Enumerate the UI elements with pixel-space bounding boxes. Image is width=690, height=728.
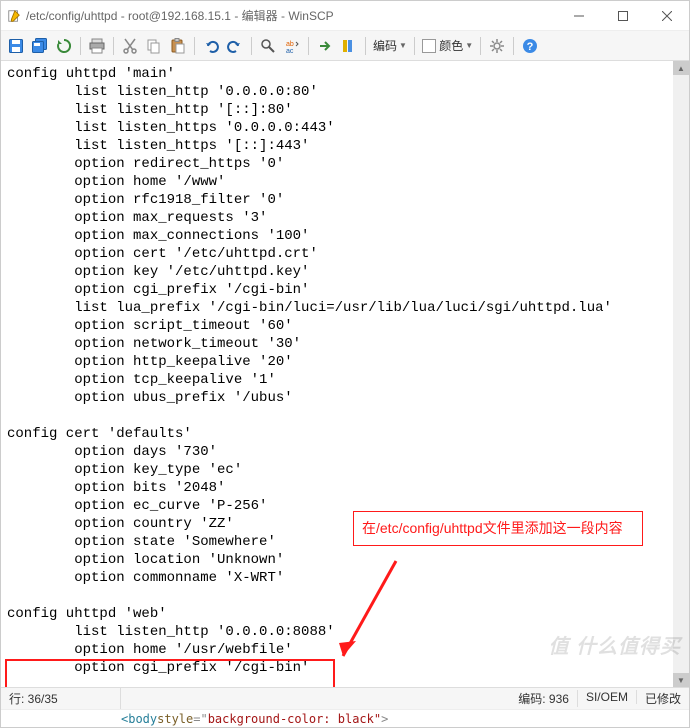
toolbar: abac 编码▼ 颜色▼ ? [1,31,689,61]
separator [365,37,366,55]
separator [251,37,252,55]
scroll-up-button[interactable]: ▲ [673,61,689,75]
color-swatch-icon [422,39,436,53]
color-menu[interactable]: 颜色▼ [420,37,475,54]
separator [113,37,114,55]
dropdown-icon: ▼ [399,41,407,50]
titlebar: /etc/config/uhttpd - root@192.168.15.1 -… [1,1,689,31]
app-window: /etc/config/uhttpd - root@192.168.15.1 -… [0,0,690,728]
paste-button[interactable] [167,35,189,57]
window-controls [557,1,689,31]
encoding-label: 编码 [373,37,397,54]
save-button[interactable] [5,35,27,57]
separator [513,37,514,55]
encoding-menu[interactable]: 编码▼ [371,37,409,54]
highlight-box [5,659,335,687]
find-button[interactable] [257,35,279,57]
svg-text:?: ? [527,41,534,53]
status-si-oem: SI/OEM [578,690,637,704]
reload-button[interactable] [53,35,75,57]
replace-button[interactable]: abac [281,35,303,57]
cut-button[interactable] [119,35,141,57]
editor-area[interactable]: config uhttpd 'main' list listen_http '0… [1,61,689,687]
separator [308,37,309,55]
separator [414,37,415,55]
window-title: /etc/config/uhttpd - root@192.168.15.1 -… [26,7,557,24]
print-button[interactable] [86,35,108,57]
status-modified: 已修改 [637,690,689,707]
maximize-button[interactable] [601,1,645,31]
watermark: 值 什么值得买 [548,630,681,659]
status-line-col: 行: 36/35 [1,688,121,709]
code-content[interactable]: config uhttpd 'main' list listen_http '0… [1,61,689,681]
dropdown-icon: ▼ [465,41,473,50]
copy-button[interactable] [143,35,165,57]
status-encoding: 编码: 936 [510,690,578,707]
statusbar: 行: 36/35 编码: 936 SI/OEM 已修改 [1,687,689,709]
goto-button[interactable] [314,35,336,57]
redo-button[interactable] [224,35,246,57]
close-button[interactable] [645,1,689,31]
undo-button[interactable] [200,35,222,57]
bookmark-button[interactable] [338,35,360,57]
help-button[interactable]: ? [519,35,541,57]
minimize-button[interactable] [557,1,601,31]
svg-text:ab: ab [286,41,294,48]
svg-text:ac: ac [286,48,294,54]
background-snippet: <body style="background-color: black"> [1,709,689,727]
scroll-down-button[interactable]: ▼ [673,673,689,687]
file-edit-icon [7,9,21,23]
vertical-scrollbar[interactable]: ▲ ▼ [673,61,689,687]
save-all-button[interactable] [29,35,51,57]
annotation-box: 在/etc/config/uhttpd文件里添加这一段内容 [353,511,643,546]
color-label: 颜色 [439,37,463,54]
settings-button[interactable] [486,35,508,57]
separator [194,37,195,55]
separator [480,37,481,55]
separator [80,37,81,55]
